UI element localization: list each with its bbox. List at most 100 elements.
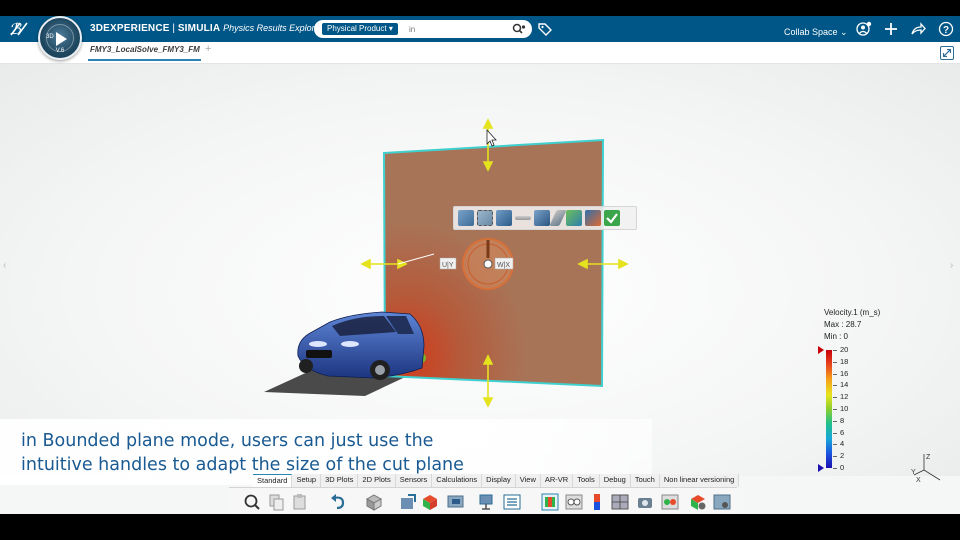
confirm-check-icon[interactable] (604, 210, 620, 226)
triad-y-label: Y (911, 469, 916, 476)
sensor-icon[interactable] (477, 493, 495, 511)
legend-tick-label: 16 (840, 368, 849, 378)
search-icon[interactable] (512, 23, 526, 35)
legend-tick-mark (833, 373, 837, 375)
action-bar-tab[interactable]: Non linear versioning (659, 474, 740, 487)
app-title: 3DEXPERIENCE | SIMULIA Physics Results E… (90, 23, 323, 34)
plane-section-icon[interactable] (515, 216, 531, 220)
product-name: SIMULIA (177, 23, 221, 34)
legend-color-bar (826, 350, 832, 468)
letterbox-top (0, 0, 960, 16)
plane-tool-icon[interactable] (458, 210, 474, 226)
paste-icon[interactable] (291, 493, 309, 511)
export-icon[interactable] (399, 493, 417, 511)
zoom-icon[interactable] (243, 493, 261, 511)
action-bar-tab[interactable]: View (515, 474, 541, 487)
legend-tick-label: 14 (840, 380, 849, 390)
3d-scene: U|Y W|X (264, 118, 629, 408)
collab-space-label: Collab Space (784, 27, 838, 37)
action-bar-tab[interactable]: AR-VR (540, 474, 574, 487)
collab-space-dropdown[interactable]: Collab Space ⌄ (784, 27, 848, 38)
action-bar-tab[interactable]: Touch (630, 474, 660, 487)
brand-name: 3DEXPERIENCE (90, 23, 170, 34)
action-bar-tab[interactable]: Debug (599, 474, 631, 487)
result-plot-icon[interactable] (421, 493, 439, 511)
action-bar-tab[interactable]: 3D Plots (321, 474, 359, 487)
legend-tick-mark (833, 397, 837, 399)
car-grille (306, 350, 332, 358)
car-model[interactable] (297, 311, 426, 380)
handle-label-wx: W|X (497, 262, 510, 269)
compass-version: V.6 (55, 48, 65, 54)
ds-logo-icon[interactable]: ℬ (8, 19, 30, 39)
legend-tick-mark (833, 468, 837, 469)
app-name: Physics Results Explorer (223, 23, 323, 33)
fullscreen-icon[interactable] (940, 46, 954, 60)
display-mode-icon[interactable] (541, 493, 559, 511)
capture-icon[interactable] (447, 493, 465, 511)
report-icon[interactable] (713, 493, 731, 511)
action-bar-tab[interactable]: Display (482, 474, 516, 487)
action-bar-tab[interactable]: Tools (573, 474, 600, 487)
settings-icon[interactable] (689, 493, 707, 511)
legend-display-icon[interactable] (589, 493, 607, 511)
list-view-icon[interactable] (503, 493, 521, 511)
top-bar: ℬ 3DEXPERIENCE | SIMULIA Physics Results… (0, 16, 960, 42)
legend-title: Velocity.1 (m_s) (824, 308, 881, 317)
pencil-icon[interactable] (549, 210, 567, 226)
action-bar-tab[interactable]: Setup (292, 474, 322, 487)
legend-max-marker[interactable] (818, 346, 824, 354)
svg-text:?: ? (943, 25, 949, 36)
legend-tick-mark (833, 456, 837, 458)
tag-icon[interactable] (538, 22, 552, 36)
legend-tick-label: 4 (840, 439, 845, 449)
search-scope-dropdown[interactable]: Physical Product ▾ (322, 23, 398, 35)
copy-icon[interactable] (267, 493, 285, 511)
layout-icon[interactable] (565, 493, 583, 511)
plane-edit-icon[interactable] (496, 210, 512, 226)
mesh-icon[interactable] (611, 493, 629, 511)
help-icon[interactable]: ? (938, 21, 954, 37)
legend-tick-label: 18 (840, 356, 849, 366)
add-tab-button[interactable]: + (205, 43, 211, 55)
legend-tick-mark (833, 385, 837, 387)
play-icon (56, 32, 67, 46)
compass-widget[interactable]: 3D V.6 (38, 16, 82, 60)
application-window: ℬ 3DEXPERIENCE | SIMULIA Physics Results… (0, 16, 960, 514)
action-bar-tab[interactable]: Standard (253, 474, 293, 487)
action-bar-tab[interactable]: Calculations (432, 474, 483, 487)
resize-handle-top[interactable] (482, 118, 494, 172)
action-bar-tab[interactable]: 2D Plots (358, 474, 396, 487)
triad-z-label: Z (926, 454, 931, 461)
axis-triad[interactable]: Z Y X (910, 450, 944, 484)
legend-tick-label: 0 (840, 463, 845, 472)
caption-text: in Bounded plane mode, users can just us… (21, 429, 621, 477)
cube-icon[interactable] (365, 493, 383, 511)
legend-tick-mark (833, 350, 837, 351)
tab-bar: FMY3_LocalSolve_FMY3_FM + (0, 42, 960, 64)
legend-max: Max : 28.7 (824, 320, 862, 329)
legend-tick-label: 2 (840, 451, 845, 461)
legend-tick-mark (833, 361, 837, 363)
handle-label-uy: U|Y (442, 262, 454, 269)
legend-tick-label: 10 (840, 404, 849, 413)
tab-active-indicator (88, 59, 201, 61)
action-bar-tab[interactable]: Sensors (395, 474, 433, 487)
camera-icon[interactable] (637, 493, 655, 511)
add-icon[interactable] (883, 21, 899, 37)
plane-display-icon[interactable] (566, 210, 582, 226)
search-input[interactable] (409, 23, 509, 35)
user-profile-icon[interactable] (856, 21, 872, 37)
search-bar[interactable]: Physical Product ▾ (314, 20, 532, 38)
undo-icon[interactable] (329, 493, 347, 511)
plane-rotate-icon[interactable] (534, 210, 550, 226)
plane-info-icon[interactable] (585, 210, 601, 226)
share-icon[interactable] (910, 21, 926, 37)
legend-min-marker[interactable] (818, 464, 824, 472)
3d-viewport[interactable]: ‹ › U|Y W|X Velocity.1 (m_s) Max: 28.7 … (0, 64, 960, 485)
tab-active-document[interactable]: FMY3_LocalSolve_FMY3_FM (90, 45, 200, 54)
animation-icon[interactable] (661, 493, 679, 511)
legend-tick-label: 6 (840, 427, 845, 437)
search-scope-label: Physical Product (327, 24, 387, 33)
bounded-plane-icon[interactable] (477, 210, 493, 226)
